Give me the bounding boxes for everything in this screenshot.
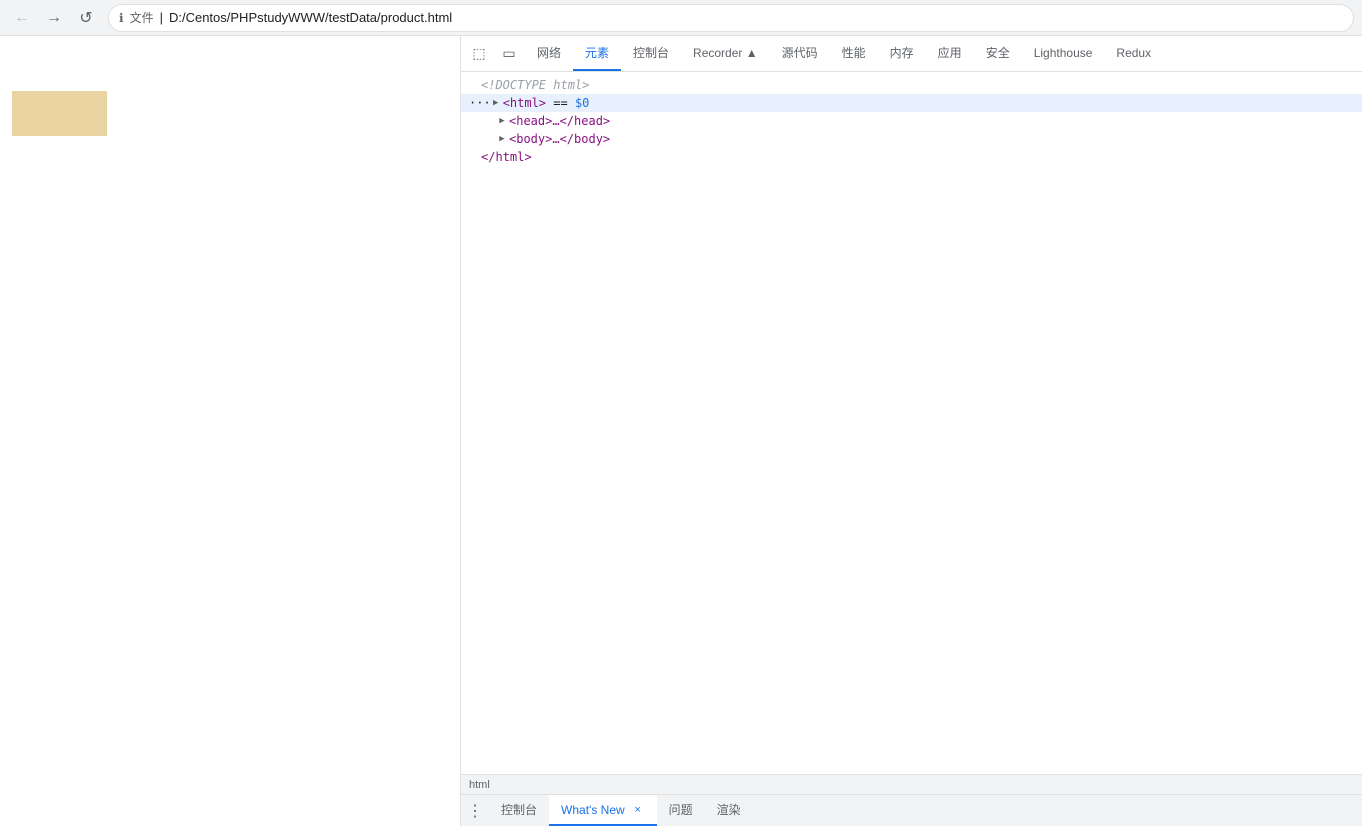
tab-network-label: 网络 [537,44,561,61]
devtools-panel: ⬚ ▭ 网络 元素 控制台 Recorder ▲ 源代码 [460,36,1362,826]
tab-network[interactable]: 网络 [525,36,573,71]
address-url: D:/Centos/PHPstudyWWW/testData/product.h… [169,10,452,25]
body-toggle[interactable]: ▶ [497,134,507,144]
dom-body-line[interactable]: ▶ <body>…</body> [461,130,1362,148]
tab-memory-label: 内存 [890,44,914,61]
page-swatch [12,91,107,136]
drawer-tab-console[interactable]: 控制台 [489,795,549,826]
dom-doctype-line[interactable]: <!DOCTYPE html> [461,76,1362,94]
address-separator: | [160,10,163,25]
reload-button[interactable]: ↺ [72,4,100,32]
drawer-tab-whats-new[interactable]: What's New × [549,795,657,826]
tab-application[interactable]: 应用 [926,36,974,71]
tab-sources-label: 源代码 [782,44,818,61]
dom-html-close-line[interactable]: </html> [461,148,1362,166]
html-toggle[interactable]: ▶ [491,98,501,108]
tab-elements-label: 元素 [585,44,609,61]
equals-text: == [546,96,575,110]
tab-redux-label: Redux [1116,46,1151,60]
tab-console[interactable]: 控制台 [621,36,681,71]
drawer-tab-issues[interactable]: 问题 [657,795,705,826]
tab-elements[interactable]: 元素 [573,36,621,71]
nav-buttons: ← → ↺ [8,4,100,32]
head-tag: <head>…</head> [509,114,610,128]
breadcrumb-path: html [469,779,490,791]
head-toggle[interactable]: ▶ [497,116,507,126]
reload-icon: ↺ [79,8,92,28]
html-open-tag: <html> [503,96,546,110]
drawer-tab-rendering[interactable]: 渲染 [705,795,753,826]
tab-security-label: 安全 [986,44,1010,61]
tab-performance-label: 性能 [842,44,866,61]
tab-security[interactable]: 安全 [974,36,1022,71]
drawer-tab-close-button[interactable]: × [631,803,645,817]
drawer-tab-issues-label: 问题 [669,801,693,818]
menu-dots-icon: ⋮ [467,801,483,821]
tab-recorder[interactable]: Recorder ▲ [681,36,770,71]
back-icon: ← [14,9,30,27]
tab-console-label: 控制台 [633,44,669,61]
inspect-element-button[interactable]: ⬚ [465,40,493,68]
tab-memory[interactable]: 内存 [878,36,926,71]
browser-toolbar: ← → ↺ ℹ 文件 | D:/Centos/PHPstudyWWW/testD… [0,0,1362,36]
dollar-text: $0 [575,96,589,110]
back-button[interactable]: ← [8,4,36,32]
drawer-tabs: 控制台 What's New × 问题 渲染 [489,795,753,826]
inspect-icon: ⬚ [472,45,485,62]
dom-tree: <!DOCTYPE html> ··· ▶ <html> == $0 ▶ <he… [461,72,1362,170]
address-bar[interactable]: ℹ 文件 | D:/Centos/PHPstudyWWW/testData/pr… [108,4,1354,32]
info-icon: ℹ [119,11,124,25]
file-label: 文件 [130,9,154,26]
devtools-drawer: ⋮ 控制台 What's New × 问题 渲染 [461,794,1362,826]
tab-application-label: 应用 [938,44,962,61]
page-preview [0,36,460,826]
tab-recorder-label: Recorder ▲ [693,46,758,60]
page-content [0,36,460,826]
dom-html-line[interactable]: ··· ▶ <html> == $0 [461,94,1362,112]
tab-redux[interactable]: Redux [1104,36,1163,71]
device-toggle-button[interactable]: ▭ [495,40,523,68]
drawer-tab-whats-new-label: What's New [561,803,625,817]
drawer-tab-rendering-label: 渲染 [717,801,741,818]
forward-button[interactable]: → [40,4,68,32]
devtools-content: <!DOCTYPE html> ··· ▶ <html> == $0 ▶ <he… [461,72,1362,774]
main-area: ⬚ ▭ 网络 元素 控制台 Recorder ▲ 源代码 [0,36,1362,826]
body-tag: <body>…</body> [509,132,610,146]
devtools-statusbar: html [461,774,1362,794]
devtools-tabs: 网络 元素 控制台 Recorder ▲ 源代码 性能 内存 [525,36,1358,71]
devtools-toolbar: ⬚ ▭ 网络 元素 控制台 Recorder ▲ 源代码 [461,36,1362,72]
html-dots: ··· [469,96,491,110]
tab-performance[interactable]: 性能 [830,36,878,71]
tab-lighthouse-label: Lighthouse [1034,46,1093,60]
device-icon: ▭ [502,45,515,62]
tab-lighthouse[interactable]: Lighthouse [1022,36,1105,71]
doctype-text: <!DOCTYPE html> [481,78,589,92]
html-close-tag: </html> [481,150,532,164]
dom-head-line[interactable]: ▶ <head>…</head> [461,112,1362,130]
forward-icon: → [46,9,62,27]
drawer-menu-button[interactable]: ⋮ [461,797,489,825]
drawer-tab-console-label: 控制台 [501,801,537,818]
tab-sources[interactable]: 源代码 [770,36,830,71]
